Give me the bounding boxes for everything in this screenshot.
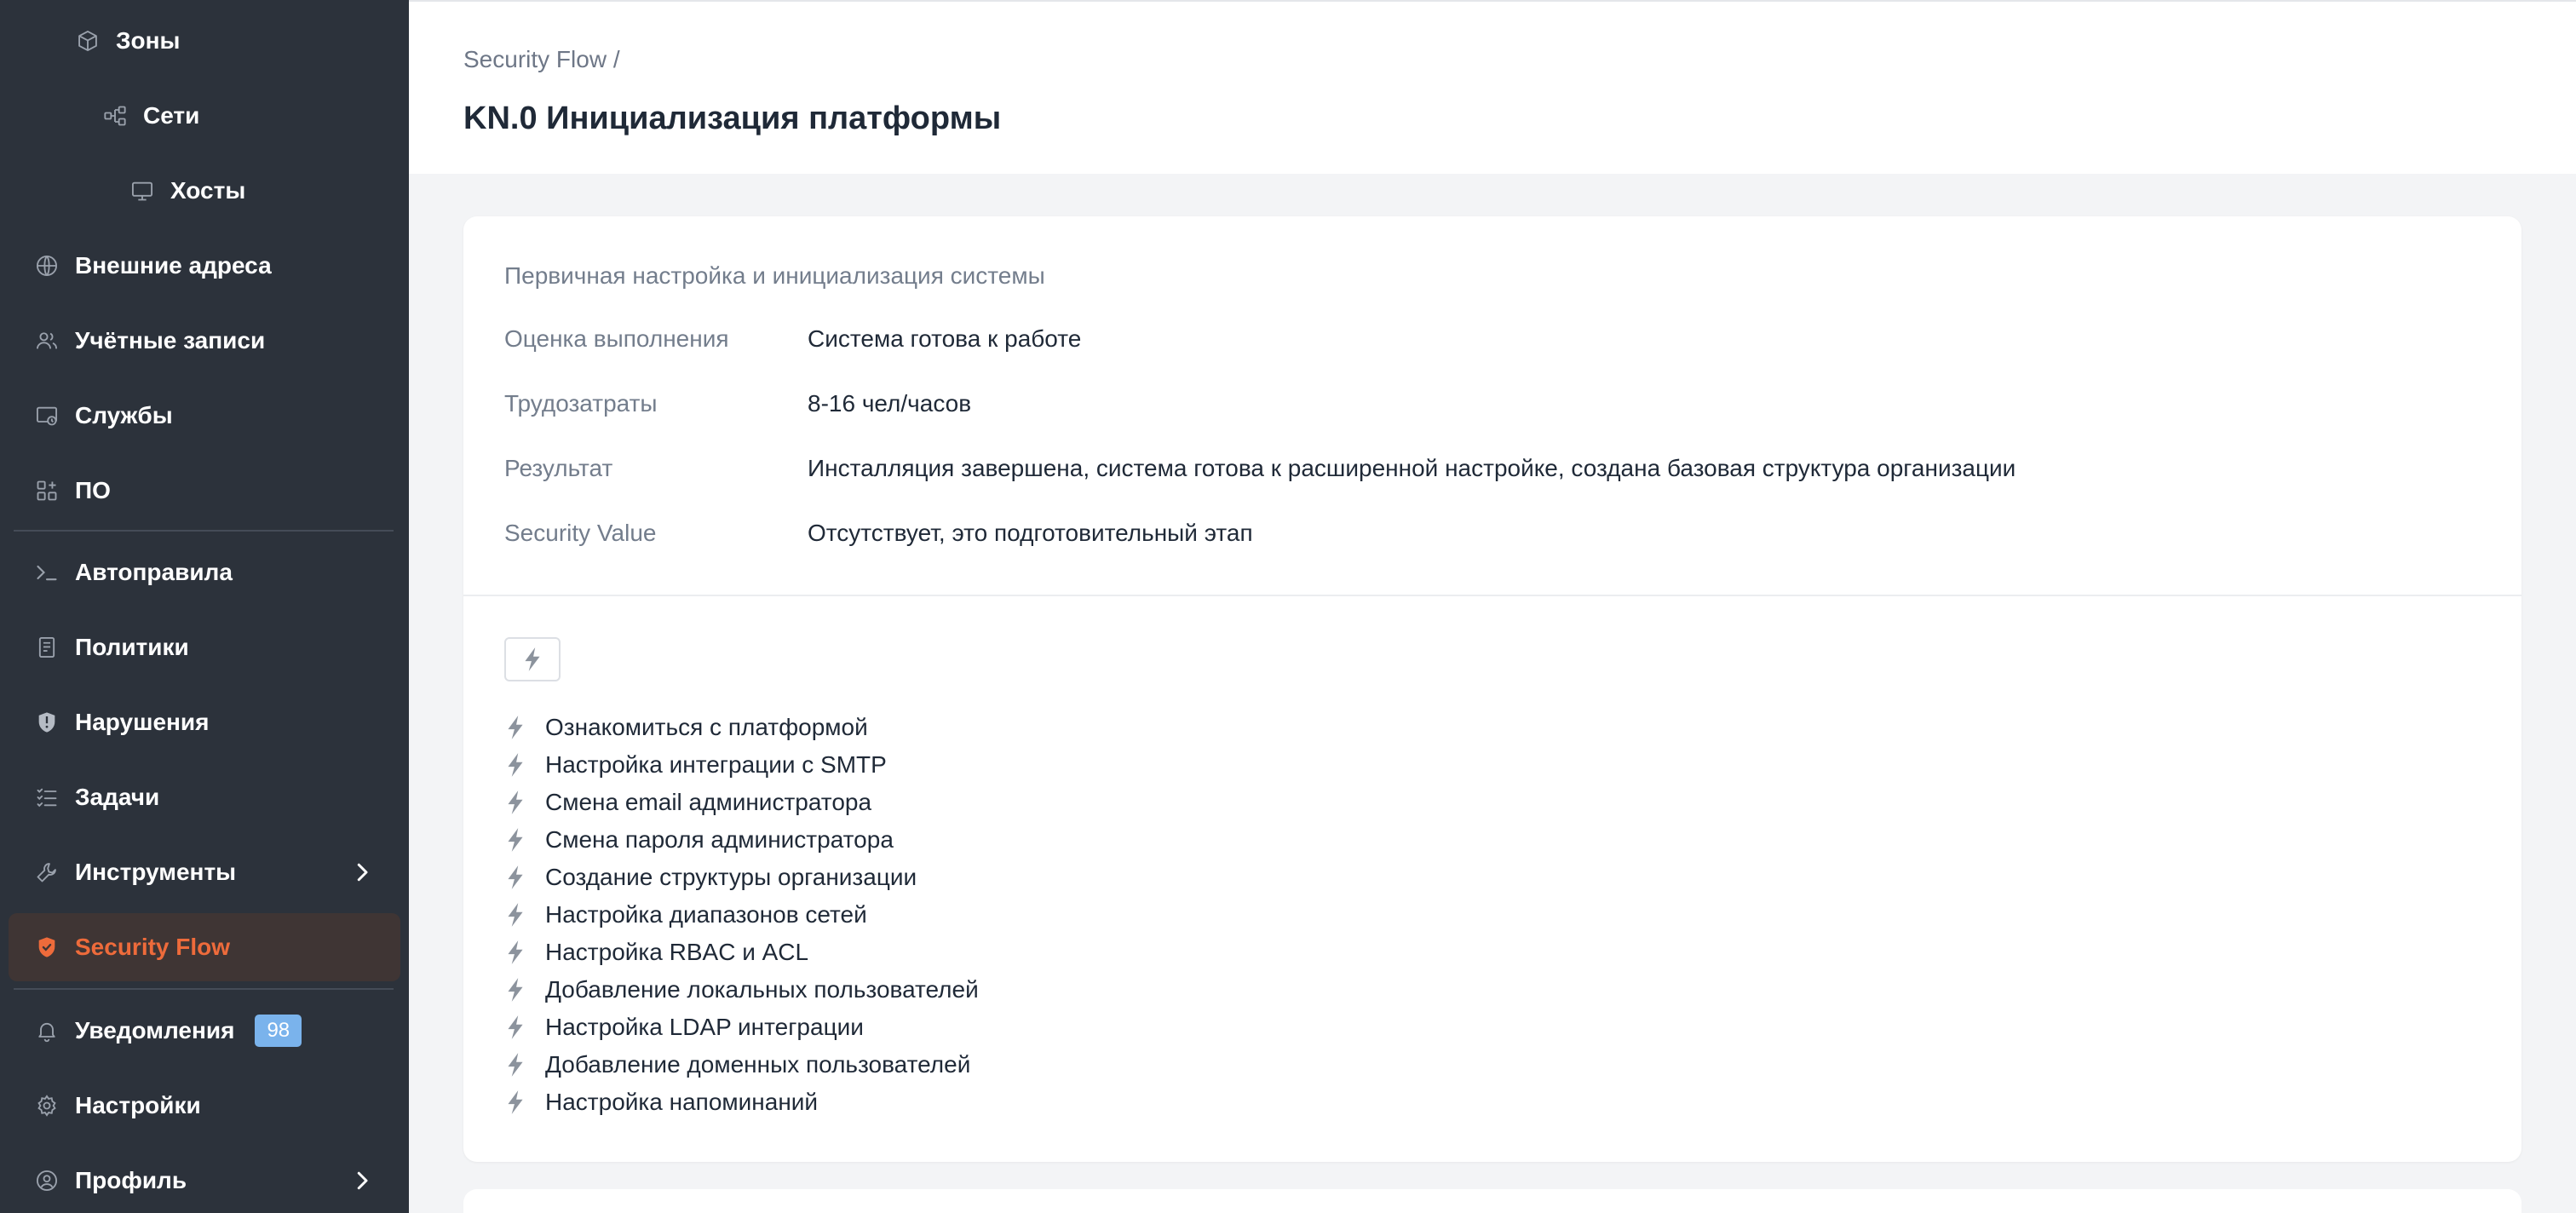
bolt-icon <box>504 902 526 928</box>
sidebar-item-settings[interactable]: Настройки <box>9 1072 400 1140</box>
shield-alert-icon <box>34 710 60 735</box>
info-value: Система готова к работе <box>808 325 1082 352</box>
sidebar-item-networks[interactable]: Сети <box>9 82 400 150</box>
cube-icon <box>75 28 101 54</box>
bolt-icon <box>525 647 540 671</box>
users-icon <box>34 328 60 354</box>
terminal-icon <box>34 560 60 585</box>
task-item[interactable]: Настройка LDAP интеграции <box>504 1009 979 1046</box>
user-circle-icon <box>34 1168 60 1193</box>
sidebar-item-accounts[interactable]: Учётные записи <box>9 307 400 375</box>
breadcrumb[interactable]: Security Flow / <box>463 46 620 73</box>
sidebar-item-external-addresses[interactable]: Внешние адреса <box>9 232 400 300</box>
sidebar-item-tasks[interactable]: Задачи <box>9 763 400 831</box>
sidebar-item-autorules[interactable]: Автоправила <box>9 538 400 606</box>
task-item[interactable]: Настройка диапазонов сетей <box>504 896 979 934</box>
shield-icon <box>34 934 60 960</box>
bolt-icon <box>504 715 526 740</box>
sidebar-item-profile[interactable]: Профиль <box>9 1147 400 1213</box>
checklist-icon <box>34 785 60 810</box>
sidebar-item-violations[interactable]: Нарушения <box>9 688 400 756</box>
document-icon <box>34 635 60 660</box>
sidebar-item-services[interactable]: Службы <box>9 382 400 450</box>
stage-details-card: Первичная настройка и инициализация сист… <box>463 216 2521 1162</box>
sidebar-item-software[interactable]: ПО <box>9 457 400 525</box>
sidebar-divider <box>14 988 394 990</box>
bell-icon <box>34 1018 60 1043</box>
sidebar: Зоны Сети Хосты Внешние адреса Учётные з <box>0 0 409 1213</box>
task-item[interactable]: Настройка напоминаний <box>504 1084 979 1121</box>
chevron-right-icon <box>349 1168 375 1193</box>
info-label: Результат <box>504 455 613 481</box>
task-item[interactable]: Настройка интеграции с SMTP <box>504 746 979 784</box>
sidebar-item-tools[interactable]: Инструменты <box>9 838 400 906</box>
bolt-icon <box>504 865 526 890</box>
globe-icon <box>34 253 60 279</box>
sidebar-item-security-flow[interactable]: Security Flow <box>9 913 400 981</box>
task-item[interactable]: Настройка RBAC и ACL <box>504 934 979 971</box>
info-label: Трудозатраты <box>504 390 658 417</box>
bolt-icon <box>504 1089 526 1115</box>
bolt-button[interactable] <box>504 637 561 681</box>
next-stage-card <box>463 1189 2521 1213</box>
bolt-icon <box>504 827 526 853</box>
task-list: Ознакомиться с платформой Настройка инте… <box>504 709 979 1121</box>
sidebar-item-notifications[interactable]: Уведомления 98 <box>9 997 400 1065</box>
sidebar-divider <box>14 530 394 532</box>
page-title: KN.0 Инициализация платформы <box>463 101 1002 136</box>
bolt-icon <box>504 752 526 778</box>
bolt-icon <box>504 1052 526 1078</box>
sidebar-item-hosts[interactable]: Хосты <box>9 157 400 225</box>
services-icon <box>34 403 60 428</box>
info-value: 8-16 чел/часов <box>808 390 972 417</box>
bolt-icon <box>504 1015 526 1040</box>
info-label: Security Value <box>504 520 657 546</box>
bolt-icon <box>504 790 526 815</box>
bolt-icon <box>504 977 526 1003</box>
sidebar-item-zones[interactable]: Зоны <box>9 7 400 75</box>
info-value: Инсталляция завершена, система готова к … <box>808 455 2016 481</box>
network-icon <box>102 103 128 129</box>
card-subtitle: Первичная настройка и инициализация сист… <box>504 262 1045 289</box>
page-header: Security Flow / KN.0 Инициализация платф… <box>409 0 2576 174</box>
task-item[interactable]: Создание структуры организации <box>504 859 979 896</box>
task-item[interactable]: Добавление доменных пользователей <box>504 1046 979 1084</box>
monitor-icon <box>129 178 155 204</box>
card-divider <box>463 595 2521 596</box>
apps-icon <box>34 478 60 503</box>
sidebar-item-policies[interactable]: Политики <box>9 613 400 681</box>
bolt-icon <box>504 940 526 965</box>
info-label: Оценка выполнения <box>504 325 729 352</box>
gear-icon <box>34 1093 60 1118</box>
task-item[interactable]: Смена email администратора <box>504 784 979 821</box>
app-window: Зоны Сети Хосты Внешние адреса Учётные з <box>0 0 2576 1213</box>
chevron-right-icon <box>349 859 375 885</box>
task-item[interactable]: Ознакомиться с платформой <box>504 709 979 746</box>
notification-count-badge: 98 <box>255 1015 302 1047</box>
info-value: Отсутствует, это подготовительный этап <box>808 520 1253 546</box>
task-item[interactable]: Смена пароля администратора <box>504 821 979 859</box>
task-item[interactable]: Добавление локальных пользователей <box>504 971 979 1009</box>
wrench-icon <box>34 859 60 885</box>
